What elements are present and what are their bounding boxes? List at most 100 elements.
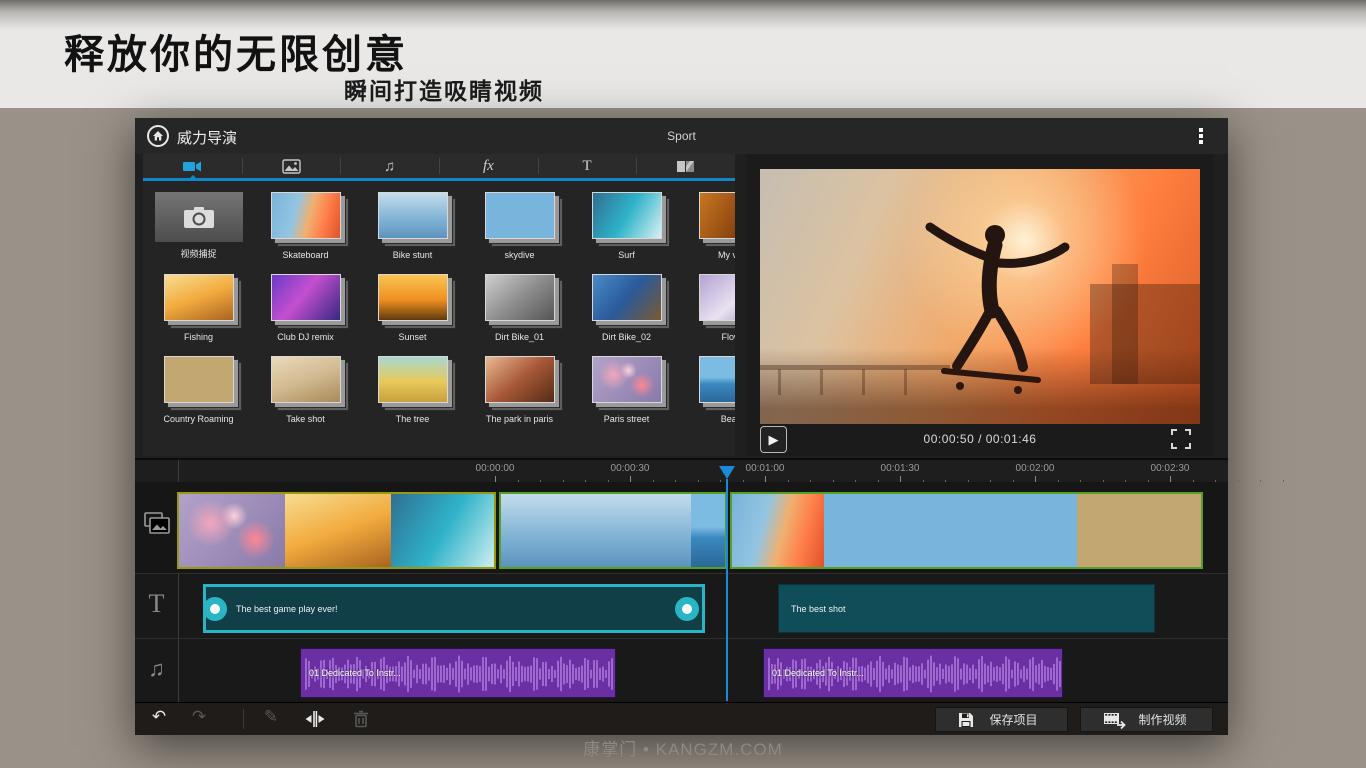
audio-clip-label: 01 Dedicated To Instr... — [309, 668, 401, 678]
thumbnail — [592, 356, 662, 403]
thumbnail-stack — [592, 192, 662, 239]
library-item[interactable]: Surf — [573, 184, 680, 266]
video-capture-tile[interactable] — [155, 192, 243, 242]
thumbnail-stack — [592, 356, 662, 403]
save-project-label: 保存项目 — [974, 711, 1053, 728]
clip-thumbnail — [285, 494, 391, 567]
photo-icon — [282, 159, 301, 174]
title-track: T The best game play ever! The best shot — [135, 575, 1228, 639]
trim-handle-left[interactable] — [203, 597, 227, 621]
ruler-tick — [1238, 480, 1239, 482]
preview-controls: ▶ 00:00:50 / 00:01:46 — [747, 424, 1213, 456]
library-item-label: Flowe — [680, 332, 735, 342]
active-tab-notch — [187, 175, 199, 181]
library-item-label: Beach — [680, 414, 735, 424]
title-clip-label: The best shot — [791, 604, 846, 614]
fullscreen-icon[interactable] — [1169, 427, 1193, 451]
transition-icon — [676, 159, 695, 174]
clip-thumbnail — [179, 494, 285, 567]
tab-titles[interactable]: T — [538, 154, 637, 178]
library-item[interactable]: My vide — [680, 184, 735, 266]
library-item[interactable]: The tree — [359, 348, 466, 430]
timeline-ruler[interactable]: 00:00:0000:00:3000:01:0000:01:3000:02:00… — [135, 460, 1228, 482]
library-item-label: Skateboard — [252, 250, 359, 260]
thumbnail — [271, 356, 341, 403]
library-item[interactable]: Club DJ remix — [252, 266, 359, 348]
library-item[interactable]: Skateboard — [252, 184, 359, 266]
title-clip[interactable]: The best shot — [778, 584, 1155, 633]
playhead-handle[interactable] — [719, 466, 735, 479]
library-item[interactable]: Paris street — [573, 348, 680, 430]
library-item[interactable]: 视频捕捉 — [145, 184, 252, 266]
audio-track-icon: ♫ — [135, 656, 178, 682]
library-item[interactable]: Dirt Bike_01 — [466, 266, 573, 348]
trash-icon[interactable] — [349, 709, 373, 734]
ruler-label: 00:01:00 — [746, 463, 785, 474]
thumbnail-stack — [592, 274, 662, 321]
video-track — [135, 482, 1228, 574]
produce-video-button[interactable]: 制作视频 — [1080, 707, 1213, 732]
timeline: 00:00:0000:00:3000:01:0000:01:3000:02:00… — [135, 458, 1228, 702]
ruler-tick — [1260, 480, 1261, 482]
library-item[interactable]: Sunset — [359, 266, 466, 348]
redo-icon[interactable]: ↷ — [187, 707, 211, 727]
library-item[interactable]: Country Roaming — [145, 348, 252, 430]
clip-thumbnail — [501, 494, 691, 567]
tab-videos[interactable] — [143, 154, 242, 178]
produce-video-label: 制作视频 — [1127, 711, 1198, 728]
ruler-label: 00:00:30 — [611, 463, 650, 474]
tab-photos[interactable] — [242, 154, 341, 178]
split-icon[interactable] — [303, 709, 327, 734]
banner: 释放你的无限创意 瞬间打造吸睛视频 — [0, 0, 1366, 108]
thumbnail-stack — [378, 192, 448, 239]
clip-thumbnail — [951, 494, 1077, 567]
library-item[interactable]: Dirt Bike_02 — [573, 266, 680, 348]
thumbnail-stack — [164, 274, 234, 321]
thumbnail-stack — [485, 274, 555, 321]
tab-transitions[interactable] — [636, 154, 735, 178]
title-track-icon: T — [135, 589, 178, 619]
library-item[interactable]: Bike stunt — [359, 184, 466, 266]
video-track-icon — [135, 512, 178, 539]
library-item-label: Dirt Bike_02 — [573, 332, 680, 342]
library-item-label: Club DJ remix — [252, 332, 359, 342]
edit-pencil-icon[interactable]: ✎ — [259, 707, 283, 727]
thumbnail — [592, 274, 662, 321]
toolbar-divider — [243, 709, 244, 729]
library-item[interactable]: Flowe — [680, 266, 735, 348]
trim-handle-right[interactable] — [675, 597, 699, 621]
thumbnail-stack — [271, 192, 341, 239]
library-item[interactable]: The park in paris — [466, 348, 573, 430]
video-clip[interactable] — [177, 492, 496, 569]
tab-effects[interactable]: fx — [439, 154, 538, 178]
library-item[interactable]: Fishing — [145, 266, 252, 348]
music-note-icon: ♫ — [384, 159, 395, 174]
clip-thumbnail — [1077, 494, 1203, 567]
video-clip[interactable] — [730, 492, 1203, 569]
library-item-label: Paris street — [573, 414, 680, 424]
home-icon[interactable] — [147, 125, 169, 147]
kebab-menu-icon[interactable] — [1194, 126, 1208, 148]
audio-clip[interactable]: 01 Dedicated To Instr... — [763, 648, 1063, 698]
library-tabbar: ♫ fx T — [143, 154, 735, 181]
library-item[interactable]: skydive — [466, 184, 573, 266]
preview-ground-shade — [760, 348, 1200, 425]
tab-music[interactable]: ♫ — [340, 154, 439, 178]
video-clip[interactable] — [499, 492, 727, 569]
video-camera-icon — [182, 158, 202, 175]
ruler-label: 00:02:30 — [1151, 463, 1190, 474]
library-item[interactable]: Beach — [680, 348, 735, 430]
save-project-button[interactable]: 保存项目 — [935, 707, 1068, 732]
title-text-icon: T — [582, 158, 591, 175]
library-item-label: Surf — [573, 250, 680, 260]
undo-icon[interactable]: ↶ — [147, 707, 171, 727]
thumbnail-stack — [699, 356, 736, 403]
preview-screen[interactable] — [760, 169, 1200, 424]
audio-clip-label: 01 Dedicated To Instr... — [772, 668, 864, 678]
audio-clip[interactable]: 01 Dedicated To Instr... — [300, 648, 616, 698]
title-clip[interactable]: The best game play ever! — [203, 584, 705, 633]
thumbnail-stack — [271, 356, 341, 403]
page: 释放你的无限创意 瞬间打造吸睛视频 威力导演 Sport — [0, 0, 1366, 768]
library-item[interactable]: Take shot — [252, 348, 359, 430]
thumbnail — [485, 192, 555, 239]
